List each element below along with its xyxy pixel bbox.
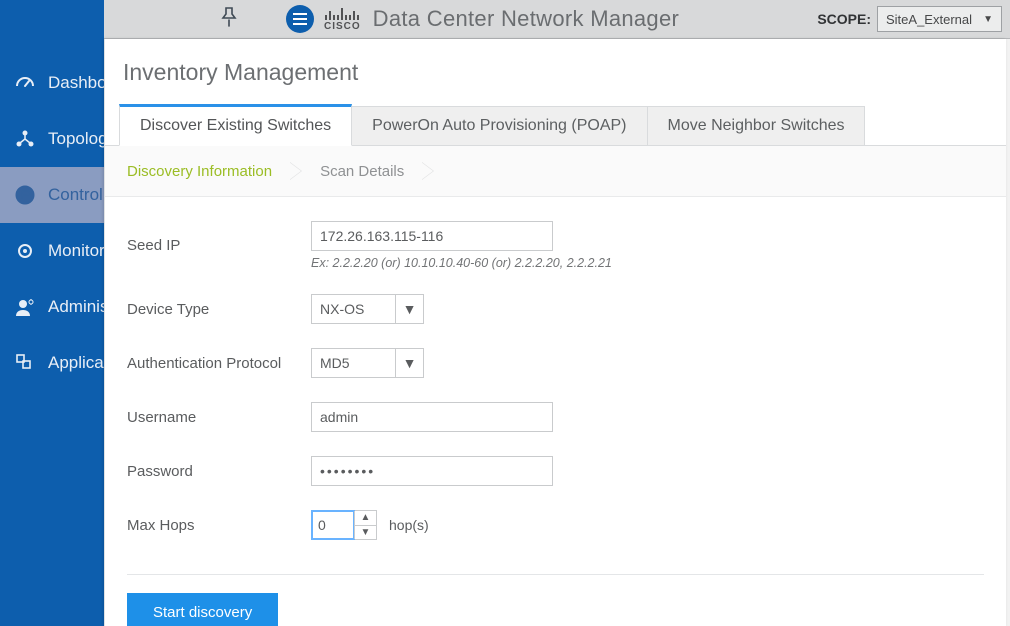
sidebar-item-topology[interactable]: Topology — [0, 111, 104, 167]
max-hops-label: Max Hops — [127, 517, 311, 534]
header-bar: CISCO Data Center Network Manager SCOPE:… — [0, 0, 1010, 39]
sidebar-item-monitor[interactable]: Monitor — [0, 223, 104, 279]
wizard-step-discovery-info[interactable]: Discovery Information — [127, 163, 272, 180]
tab-label: Move Neighbor Switches — [668, 117, 845, 134]
admin-icon — [14, 296, 36, 318]
divider — [127, 574, 984, 575]
sidebar-item-label: Control — [48, 185, 103, 205]
device-type-value: NX-OS — [320, 301, 364, 317]
hamburger-menu-button[interactable] — [286, 5, 314, 33]
device-type-label: Device Type — [127, 301, 311, 318]
monitor-icon — [14, 240, 36, 262]
panel-title: Inventory Management — [105, 59, 1006, 86]
auth-protocol-select[interactable]: MD5 ▼ — [311, 348, 424, 378]
spinner-up-button[interactable]: ▲ — [355, 511, 376, 526]
caret-down-icon: ▼ — [395, 295, 423, 323]
username-input[interactable] — [311, 402, 553, 432]
applications-icon — [14, 352, 36, 374]
tabs: Discover Existing Switches PowerOn Auto … — [105, 104, 1006, 146]
sidebar-item-control[interactable]: Control — [0, 167, 104, 223]
chevron-right-icon — [290, 162, 302, 180]
tab-label: PowerOn Auto Provisioning (POAP) — [372, 117, 626, 134]
seed-ip-hint: Ex: 2.2.2.20 (or) 10.10.10.40-60 (or) 2.… — [311, 256, 612, 270]
scope-label: SCOPE: — [817, 11, 871, 27]
cisco-logo-text: CISCO — [324, 21, 361, 32]
wizard-step-label: Scan Details — [320, 163, 404, 180]
sidebar-item-label: Monitor — [48, 241, 105, 261]
tab-poap[interactable]: PowerOn Auto Provisioning (POAP) — [352, 106, 647, 145]
tab-discover-existing[interactable]: Discover Existing Switches — [119, 104, 352, 146]
sidebar-item-applications[interactable]: Applications — [0, 335, 104, 391]
pin-icon[interactable] — [220, 6, 238, 34]
max-hops-input[interactable] — [312, 511, 354, 539]
seed-ip-input[interactable] — [311, 221, 553, 251]
sidebar: Dashboard Topology Control Monitor Admin… — [0, 0, 104, 626]
scope-select[interactable]: SiteA_External ▼ — [877, 6, 1002, 32]
cisco-logo: CISCO — [324, 7, 361, 32]
spinner-down-button[interactable]: ▼ — [355, 526, 376, 540]
app-title: Data Center Network Manager — [373, 6, 818, 32]
wizard-step-scan-details[interactable]: Scan Details — [320, 163, 404, 180]
dashboard-icon — [14, 72, 36, 94]
max-hops-unit: hop(s) — [389, 517, 429, 533]
sidebar-item-administration[interactable]: Administration — [0, 279, 104, 335]
inventory-management-panel: Inventory Management Discover Existing S… — [104, 39, 1006, 626]
topology-icon — [14, 128, 36, 150]
auth-protocol-value: MD5 — [320, 355, 350, 371]
wizard-step-label: Discovery Information — [127, 163, 272, 180]
password-label: Password — [127, 463, 311, 480]
sidebar-item-dashboard[interactable]: Dashboard — [0, 55, 104, 111]
wizard-steps: Discovery Information Scan Details — [105, 146, 1006, 197]
chevron-right-icon — [422, 162, 434, 180]
caret-down-icon: ▼ — [395, 349, 423, 377]
caret-down-icon: ▼ — [983, 14, 993, 25]
scope-select-value: SiteA_External — [886, 12, 972, 27]
max-hops-spinner[interactable]: ▲ ▼ — [311, 510, 377, 540]
control-icon — [14, 184, 36, 206]
password-input[interactable] — [311, 456, 553, 486]
seed-ip-label: Seed IP — [127, 237, 311, 254]
auth-protocol-label: Authentication Protocol — [127, 355, 311, 372]
tab-move-neighbor[interactable]: Move Neighbor Switches — [648, 106, 866, 145]
discovery-form: Seed IP Ex: 2.2.2.20 (or) 10.10.10.40-60… — [105, 197, 1006, 564]
tab-label: Discover Existing Switches — [140, 117, 331, 134]
device-type-select[interactable]: NX-OS ▼ — [311, 294, 424, 324]
start-discovery-button[interactable]: Start discovery — [127, 593, 278, 626]
username-label: Username — [127, 409, 311, 426]
